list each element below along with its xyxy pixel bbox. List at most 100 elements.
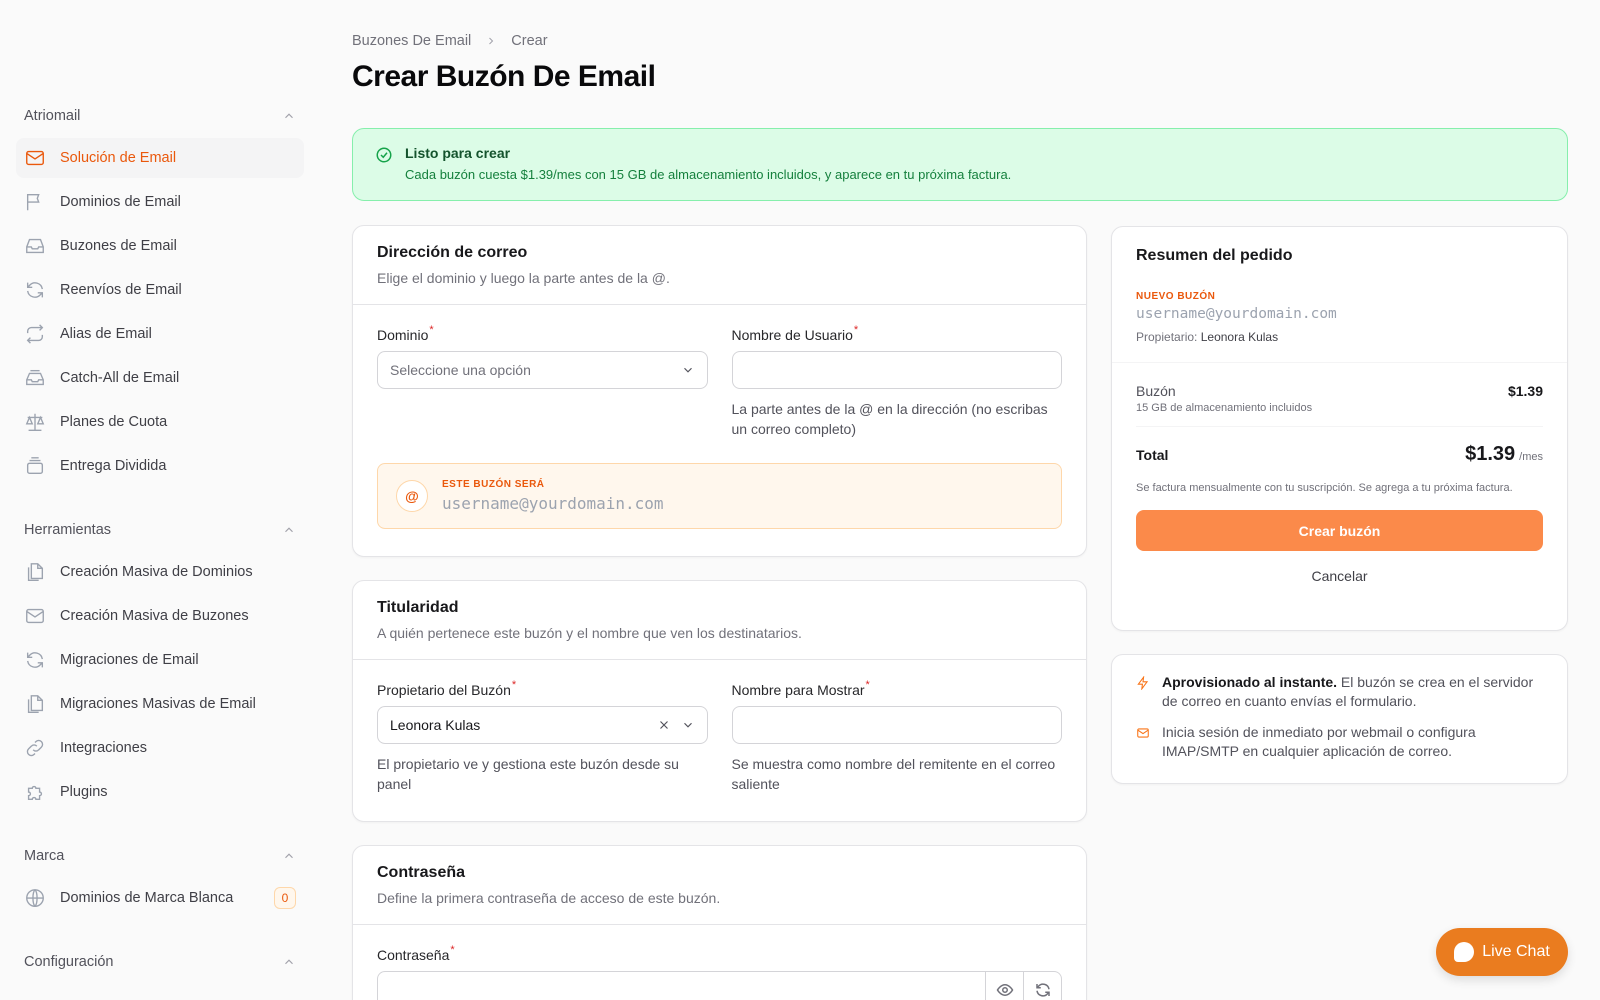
item-price: $1.39 xyxy=(1507,383,1543,399)
sidebar-item-label: Dominios de Marca Blanca xyxy=(60,890,234,906)
owner-label: Propietario del Buzón* xyxy=(377,679,517,698)
order-summary-card: Resumen del pedido NUEVO BUZÓN username@… xyxy=(1111,226,1568,631)
sidebar-item-label: Planes de Cuota xyxy=(60,414,168,430)
password-card: Contraseña Define la primera contraseña … xyxy=(352,845,1087,1000)
refresh-icon xyxy=(1035,983,1050,997)
sidebar-group-title: Atriomail xyxy=(24,108,81,124)
sidebar-item-creacion-masiva-buzones[interactable]: Creación Masiva de Buzones xyxy=(16,596,304,636)
success-alert: Listo para crear Cada buzón cuesta $1.39… xyxy=(352,128,1568,201)
sidebar-item-planes-cuota[interactable]: Planes de Cuota xyxy=(16,402,304,442)
sidebar-item-entrega-dividida[interactable]: Entrega Dividida xyxy=(16,446,304,486)
card-subtitle: Elige el dominio y luego la parte antes … xyxy=(377,270,670,286)
sidebar-item-catch-all[interactable]: Catch-All de Email xyxy=(16,358,304,398)
card-subtitle: Define la primera contraseña de acceso d… xyxy=(377,890,721,906)
sidebar-item-migraciones-masivas[interactable]: Migraciones Masivas de Email xyxy=(16,684,304,724)
globe-icon xyxy=(24,887,46,909)
card-subtitle: A quién pertenece este buzón y el nombre… xyxy=(377,625,802,641)
username-help: La parte antes de la @ en la dirección (… xyxy=(731,401,1048,437)
show-password-button[interactable] xyxy=(985,972,1023,1000)
mail-icon xyxy=(24,605,46,627)
generate-password-button[interactable] xyxy=(1023,972,1061,1000)
count-badge: 0 xyxy=(274,887,296,909)
sidebar-group-title: Marca xyxy=(24,848,65,864)
item-sub: 15 GB de almacenamiento incluidos xyxy=(1136,402,1313,414)
mail-icon xyxy=(1137,728,1149,738)
page-title: Crear Buzón De Email xyxy=(352,60,656,93)
sidebar-item-buzones-email[interactable]: Buzones de Email xyxy=(16,226,304,266)
breadcrumb-parent-link[interactable]: Buzones De Email xyxy=(352,33,471,49)
scale-icon xyxy=(24,411,46,433)
sidebar-group-header[interactable]: Marca xyxy=(16,834,304,878)
chevron-up-icon xyxy=(285,959,293,965)
create-mailbox-button[interactable]: Crear buzón xyxy=(1136,510,1543,551)
display-name-help: Se muestra como nombre del remitente en … xyxy=(731,756,1056,792)
card-title: Titularidad xyxy=(377,599,459,616)
sidebar-group-title: Herramientas xyxy=(24,522,112,538)
new-mailbox-label: NUEVO BUZÓN xyxy=(1136,291,1216,302)
sidebar-group-herramientas: Herramientas Creación Masiva de Dominios… xyxy=(16,508,304,812)
inbox-icon xyxy=(24,235,46,257)
sidebar-item-migraciones-email[interactable]: Migraciones de Email xyxy=(16,640,304,680)
ownership-card: Titularidad A quién pertenece este buzón… xyxy=(352,580,1087,822)
chevron-down-icon xyxy=(683,367,692,373)
chevron-down-icon xyxy=(683,722,692,728)
sidebar-item-dominios-email[interactable]: Dominios de Email xyxy=(16,182,304,222)
summary-address: username@yourdomain.com xyxy=(1136,306,1337,322)
owner-select[interactable]: Leonora Kulas xyxy=(377,706,708,744)
sidebar-item-reenvios-email[interactable]: Reenvíos de Email xyxy=(16,270,304,310)
documents-icon xyxy=(24,693,46,715)
breadcrumb: Buzones De Email Crear xyxy=(352,33,548,49)
sidebar-group-header[interactable]: Herramientas xyxy=(16,508,304,552)
owner-name: Leonora Kulas xyxy=(1200,330,1279,344)
mail-icon xyxy=(24,147,46,169)
sidebar-group-header[interactable]: Atriomail xyxy=(16,94,304,138)
chevron-up-icon xyxy=(285,853,293,859)
sidebar-item-marca-blanca[interactable]: Dominios de Marca Blanca 0 xyxy=(16,878,304,918)
sidebar-item-plugins[interactable]: Plugins xyxy=(16,772,304,812)
live-chat-button[interactable]: Live Chat xyxy=(1436,928,1568,976)
sidebar-item-label: Creación Masiva de Dominios xyxy=(60,564,253,580)
sidebar-item-label: Reenvíos de Email xyxy=(60,282,182,298)
breadcrumb-current: Crear xyxy=(511,33,548,49)
password-input[interactable] xyxy=(378,972,985,1000)
alert-text: Cada buzón cuesta $1.39/mes con 15 GB de… xyxy=(405,167,1012,182)
card-title: Dirección de correo xyxy=(377,244,528,261)
domain-placeholder: Seleccione una opción xyxy=(390,362,531,378)
display-name-input[interactable] xyxy=(731,706,1062,744)
domain-select[interactable]: Seleccione una opción xyxy=(377,351,708,389)
documents-icon xyxy=(24,561,46,583)
item-label: Buzón xyxy=(1136,383,1176,399)
refresh-icon xyxy=(24,649,46,671)
sidebar-item-creacion-masiva-dominios[interactable]: Creación Masiva de Dominios xyxy=(16,552,304,592)
sidebar-group-header[interactable]: Configuración xyxy=(16,940,304,984)
cancel-button[interactable]: Cancelar xyxy=(1112,568,1567,584)
info-instant: Aprovisionado al instante. El buzón se c… xyxy=(1162,674,1534,709)
lightning-icon xyxy=(1137,676,1149,690)
total-value: $1.39 xyxy=(1465,443,1516,465)
display-name-label: Nombre para Mostrar* xyxy=(731,679,870,698)
summary-title: Resumen del pedido xyxy=(1136,247,1293,264)
preview-label: ESTE BUZÓN SERÁ xyxy=(442,479,545,490)
clear-icon[interactable] xyxy=(657,718,671,732)
username-label: Nombre de Usuario* xyxy=(731,324,859,343)
sidebar-item-alias-email[interactable]: Alias de Email xyxy=(16,314,304,354)
check-circle-icon xyxy=(375,145,393,184)
sidebar-item-solucion-email[interactable]: Solución de Email xyxy=(16,138,304,178)
username-input[interactable] xyxy=(731,351,1062,389)
total-unit: /mes xyxy=(1519,451,1543,463)
password-field xyxy=(377,971,1062,1000)
sidebar-item-label: Catch-All de Email xyxy=(60,370,180,386)
sidebar-item-integraciones[interactable]: Integraciones xyxy=(16,728,304,768)
refresh-icon xyxy=(24,279,46,301)
total-label: Total xyxy=(1136,446,1169,463)
stack-icon xyxy=(24,455,46,477)
sidebar-item-label: Integraciones xyxy=(60,740,148,756)
chevron-right-icon xyxy=(489,37,494,45)
sidebar-item-label: Migraciones de Email xyxy=(60,652,199,668)
alert-title: Listo para crear xyxy=(405,145,511,161)
billing-note: Se factura mensualmente con tu suscripci… xyxy=(1136,482,1513,494)
sidebar-item-label: Dominios de Email xyxy=(60,194,181,210)
sidebar-group-title: Configuración xyxy=(24,954,114,970)
address-card: Dirección de correo Elige el dominio y l… xyxy=(352,225,1087,557)
sidebar-group-configuracion: Configuración xyxy=(16,940,304,984)
